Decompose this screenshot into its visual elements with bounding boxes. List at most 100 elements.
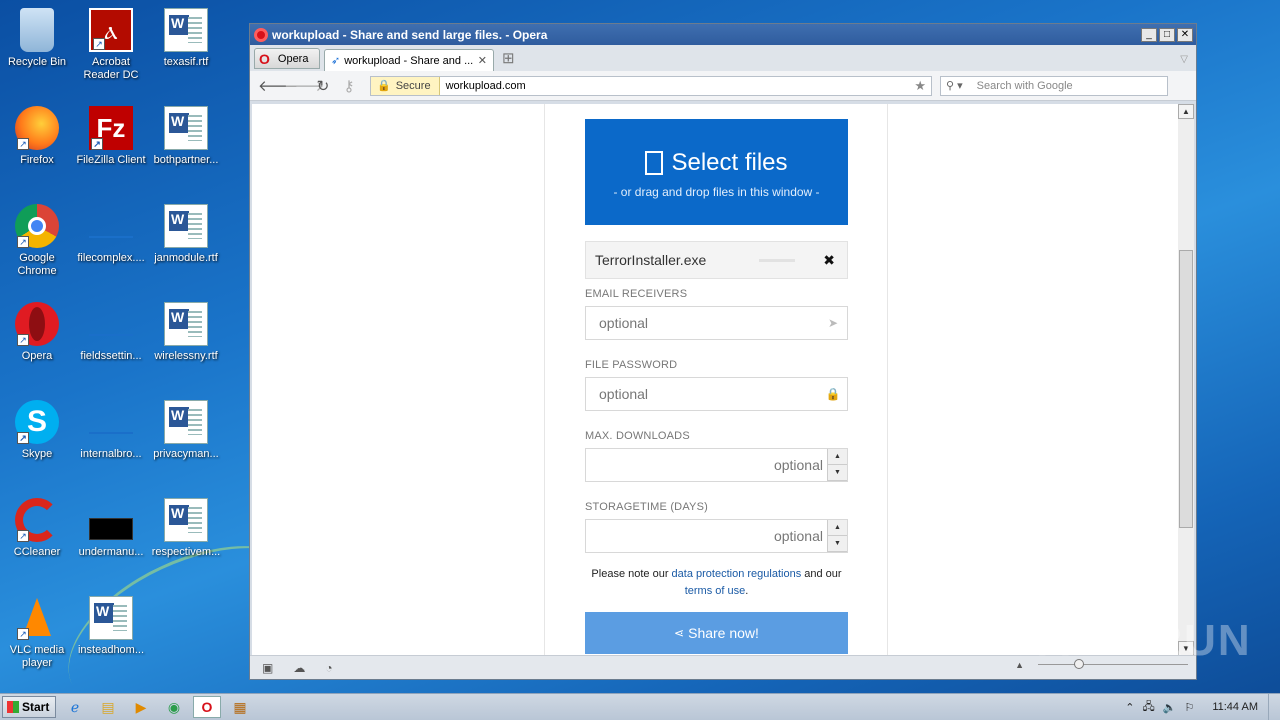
desktop-icon-filezilla[interactable]: Fz ↗ FileZilla Client: [74, 106, 148, 167]
data-protection-link[interactable]: data protection regulations: [672, 568, 802, 580]
desktop-icon-internalbro[interactable]: internalbro...: [74, 400, 148, 461]
desktop-icon-label: Acrobat Reader DC: [83, 56, 139, 81]
desktop-icon-opera[interactable]: ↗ Opera: [0, 302, 74, 363]
desktop-icon-fieldssettin[interactable]: fieldssettin...: [74, 302, 148, 363]
select-files-button[interactable]: Select files - or drag and drop files in…: [585, 119, 848, 225]
word-doc-icon: W: [89, 596, 133, 640]
new-tab-plus-icon[interactable]: ⊞: [502, 49, 515, 67]
storage-stepper[interactable]: ▲ ▼: [827, 520, 847, 552]
address-field[interactable]: 🔒 Secure workupload.com ★: [370, 75, 932, 96]
desktop-icon-wirelessny[interactable]: W wirelessny.rtf: [149, 302, 223, 363]
tab-menu-chevron-icon[interactable]: ▽: [1180, 54, 1188, 65]
show-desktop-button[interactable]: [1268, 693, 1280, 720]
secure-badge[interactable]: 🔒 Secure: [371, 76, 440, 95]
taskbar-tool-icon[interactable]: ▦: [226, 696, 254, 718]
share-now-button[interactable]: ⋖ Share now!: [585, 612, 848, 654]
window-titlebar[interactable]: workupload - Share and send large files.…: [250, 24, 1196, 45]
action-center-flag-icon[interactable]: ⚐: [1184, 701, 1194, 714]
desktop-icon-label: fieldssettin...: [80, 350, 142, 362]
select-files-title: Select files: [671, 149, 788, 176]
filezilla-icon: Fz ↗: [89, 106, 133, 150]
blank-file-icon: [89, 400, 133, 444]
search-field[interactable]: ⚲ ▾ Search with Google: [940, 75, 1168, 96]
network-icon[interactable]: 🖧: [1142, 698, 1154, 717]
taskbar-media-player-icon[interactable]: ▶: [127, 696, 155, 718]
desktop-icon-label: undermanu...: [78, 546, 144, 558]
file-name: TerrorInstaller.exe: [595, 252, 707, 268]
clock[interactable]: 11:44 AM: [1212, 701, 1258, 713]
bookmark-star-icon[interactable]: ★: [914, 78, 931, 94]
desktop-icon-undermanu[interactable]: undermanu...: [74, 498, 148, 559]
desktop-icon-skype[interactable]: S ↗ Skype: [0, 400, 74, 461]
back-arrow-icon[interactable]: 🡐: [258, 76, 298, 95]
reload-icon[interactable]: ↻: [310, 77, 336, 95]
desktop-icon-insteadhom[interactable]: W insteadhom...: [74, 596, 148, 657]
forward-arrow-icon[interactable]: 🡒: [284, 76, 324, 95]
desktop-icon-recycle-bin[interactable]: Recycle Bin: [0, 8, 74, 69]
secure-label: Secure: [395, 79, 431, 92]
email-placeholder: optional: [599, 315, 649, 331]
word-doc-icon: W: [164, 498, 208, 542]
taskbar-ie-icon[interactable]: ℯ: [61, 696, 89, 718]
desktop-icon-label: Recycle Bin: [7, 56, 67, 68]
drag-drop-hint: - or drag and drop files in this window …: [613, 185, 820, 199]
key-icon[interactable]: ⚷: [336, 77, 362, 95]
scroll-thumb[interactable]: [1179, 250, 1193, 528]
taskbar: Start ℯ ▤ ▶ ◉ O ▦ ⌃ 🖧 🔈 ⚐ 11:44 AM: [0, 693, 1280, 720]
zoom-menu-icon[interactable]: ▲: [1015, 660, 1024, 670]
word-doc-icon: W: [164, 8, 208, 52]
tab-workupload[interactable]: ➶ workupload - Share and ... ✕: [324, 49, 494, 71]
skype-icon: S ↗: [15, 400, 59, 444]
opera-turbo-icon[interactable]: ◔: [325, 661, 332, 675]
url-text[interactable]: workupload.com: [440, 80, 915, 92]
tab-bar: O Opera ➶ workupload - Share and ... ✕ ⊞…: [250, 45, 1196, 71]
desktop-icon-firefox[interactable]: ↗ Firefox: [0, 106, 74, 167]
scroll-up-arrow-icon[interactable]: ▲: [1178, 104, 1194, 119]
opera-unite-cloud-icon[interactable]: ☁: [293, 661, 305, 675]
opera-icon: ↗: [15, 302, 59, 346]
desktop-icon-chrome[interactable]: ↗ Google Chrome: [0, 204, 74, 278]
file-password-field[interactable]: optional 🔒: [585, 377, 848, 411]
minimize-button[interactable]: _: [1141, 27, 1157, 42]
desktop-icon-label: Firefox: [20, 154, 54, 166]
max-downloads-field[interactable]: optional ▲ ▼: [585, 448, 848, 482]
max-downloads-label: MAX. DOWNLOADS: [585, 430, 690, 442]
vertical-scrollbar[interactable]: ▲ ▼: [1178, 104, 1194, 656]
taskbar-opera-icon[interactable]: O: [193, 696, 221, 718]
terms-of-use-link[interactable]: terms of use: [685, 585, 746, 597]
search-placeholder: Search with Google: [976, 79, 1073, 92]
desktop-icon-bothpartner[interactable]: W bothpartner...: [149, 106, 223, 167]
close-tab-icon[interactable]: ✕: [478, 54, 487, 67]
upload-progress-bar: [759, 258, 796, 262]
desktop-icon-filecomplex[interactable]: filecomplex....: [74, 204, 148, 265]
word-doc-icon: W: [164, 302, 208, 346]
desktop-icon-acrobat[interactable]: ⲁ ↗ Acrobat Reader DC: [74, 8, 148, 82]
close-window-button[interactable]: ✕: [1177, 27, 1193, 42]
maximize-button[interactable]: □: [1159, 27, 1175, 42]
storage-time-label: STORAGETIME (DAYS): [585, 501, 708, 513]
start-button[interactable]: Start: [2, 696, 56, 718]
remove-file-icon[interactable]: ✖: [823, 252, 835, 269]
lock-icon: 🔒: [377, 80, 391, 92]
volume-icon[interactable]: 🔈: [1163, 701, 1177, 714]
desktop-icon-vlc[interactable]: ↗ VLC media player: [0, 596, 74, 670]
opera-menu-button[interactable]: O Opera: [254, 48, 320, 69]
downloads-stepper[interactable]: ▲ ▼: [827, 449, 847, 481]
taskbar-chrome-icon[interactable]: ◉: [160, 696, 188, 718]
desktop-icon-label: VLC media player: [9, 644, 65, 669]
note-suffix: .: [745, 585, 749, 597]
storage-time-field[interactable]: optional ▲ ▼: [585, 519, 848, 553]
email-receivers-field[interactable]: optional ➤: [585, 306, 848, 340]
desktop-icon-label: filecomplex....: [77, 252, 145, 264]
desktop-icon-texasif[interactable]: W texasif.rtf: [149, 8, 223, 69]
tray-expand-icon[interactable]: ⌃: [1125, 701, 1134, 714]
desktop-icon-ccleaner[interactable]: ↗ CCleaner: [0, 498, 74, 559]
opera-browser-window: workupload - Share and send large files.…: [249, 23, 1197, 680]
desktop-icon-respectivem[interactable]: W respectivem...: [149, 498, 223, 559]
desktop-icon-privacyman[interactable]: W privacyman...: [149, 400, 223, 461]
panel-toggle-icon[interactable]: ▣: [262, 661, 273, 675]
tab-title: workupload - Share and ...: [344, 54, 474, 67]
desktop-icon-janmodule[interactable]: W janmodule.rtf: [149, 204, 223, 265]
start-label: Start: [22, 700, 50, 714]
taskbar-explorer-icon[interactable]: ▤: [94, 696, 122, 718]
